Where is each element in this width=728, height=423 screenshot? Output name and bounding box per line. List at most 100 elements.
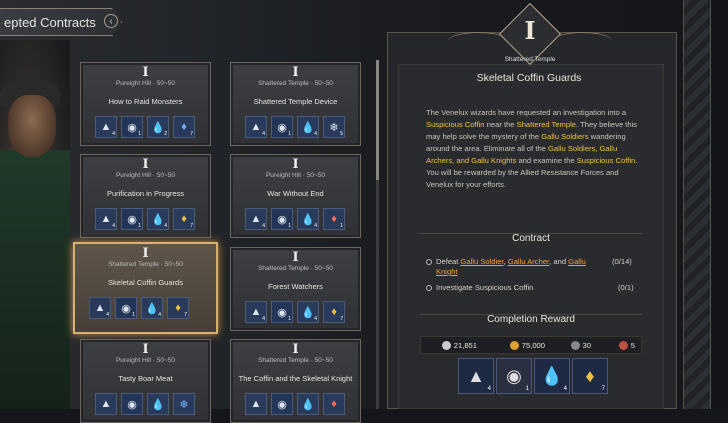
completion-reward-icon[interactable]: ▲ 4 xyxy=(458,358,494,394)
card-rewards: ▲ 4 ◉ 1 💧 4 ♦ 7 xyxy=(245,301,345,323)
reward-glyph: ◉ xyxy=(127,213,137,226)
contract-card[interactable]: I Pureight Hill · 50~50 How to Raid Monste… xyxy=(80,62,211,146)
reward-qty: 4 xyxy=(314,131,317,137)
reward-item-icon[interactable]: ♦ 1 xyxy=(323,208,345,230)
reward-item-icon[interactable]: ▲ xyxy=(95,393,117,415)
reward-glyph: 💧 xyxy=(145,302,159,315)
reward-item-icon[interactable]: ◉ 1 xyxy=(271,116,293,138)
reward-item-icon[interactable]: ▲ 4 xyxy=(95,116,117,138)
objective-1: Defeat Gallu Soldier, Gallu Archer, and … xyxy=(426,257,586,277)
reward-item-icon[interactable]: ♦ 7 xyxy=(173,116,195,138)
reward-item-icon[interactable]: 💧 xyxy=(297,393,319,415)
decorative-rail xyxy=(683,0,711,409)
completion-reward-icon[interactable]: ♦ 7 xyxy=(572,358,608,394)
chevron-left-icon[interactable]: ‹ xyxy=(104,14,118,28)
gold-value: 75,000 xyxy=(521,340,545,350)
reward-qty: 1 xyxy=(288,223,291,229)
contract-card[interactable]: I Shattered Temple · 50~50 The Coffin and … xyxy=(230,339,361,423)
reward-qty: 4 xyxy=(262,131,265,137)
reward-item-icon[interactable]: ❄ xyxy=(173,393,195,415)
reward-glyph: ▲ xyxy=(250,121,262,133)
contract-card[interactable]: I Pureight Hill · 50~50 War Without End ▲ 4 ◉… xyxy=(230,154,361,238)
reward-item-icon[interactable]: 💧 4 xyxy=(147,208,169,230)
card-rank: I xyxy=(292,65,299,80)
gold-coin-icon xyxy=(509,340,519,350)
reward-item-icon[interactable]: ♦ 7 xyxy=(173,208,195,230)
reward-qty: 1 xyxy=(132,312,135,318)
desc-text: The Venelux wizards have requested an in… xyxy=(426,108,627,117)
reward-glyph: ♦ xyxy=(585,365,595,386)
reward-item-icon[interactable]: 💧 4 xyxy=(141,297,163,319)
reward-item-icon[interactable]: ▲ 4 xyxy=(245,208,267,230)
reward-glyph: 💧 xyxy=(540,365,564,386)
contract-card[interactable]: I Pureight Hill · 50~50 Purification in Pr… xyxy=(80,154,211,238)
reward-heading: Completion Reward xyxy=(487,314,575,325)
reward-item-icon[interactable]: 💧 4 xyxy=(297,301,319,323)
reward-qty: 1 xyxy=(288,316,291,322)
reward-item-icon[interactable]: ▲ 4 xyxy=(245,116,267,138)
card-location: Pureight Hill · 50~50 xyxy=(115,80,176,87)
reward-item-icon[interactable]: ◉ 1 xyxy=(271,208,293,230)
heart-icon xyxy=(618,340,628,350)
reward-item-icon[interactable]: 💧 4 xyxy=(297,208,319,230)
reward-item-icon[interactable]: ◉ 1 xyxy=(121,116,143,138)
reward-qty: 1 xyxy=(525,386,529,392)
gallu-knight-link[interactable]: Gallu xyxy=(568,257,586,266)
reward-item-icon[interactable]: ◉ 1 xyxy=(115,297,137,319)
reward-qty: 1 xyxy=(288,131,291,137)
reward-qty: 4 xyxy=(262,223,265,229)
reward-glyph: 💧 xyxy=(151,213,165,226)
card-title: War Without End xyxy=(267,189,324,198)
reward-item-icon[interactable]: 💧 xyxy=(147,393,169,415)
reward-glyph: ◉ xyxy=(121,302,131,315)
completion-reward-icon[interactable]: 💧 4 xyxy=(534,358,570,394)
desc-text: near the xyxy=(484,120,517,129)
objective-bullet-icon xyxy=(426,285,432,291)
reward-item-icon[interactable]: ▲ xyxy=(245,393,267,415)
contract-card[interactable]: I Shattered Temple · 50~50 Forest Watchers… xyxy=(230,247,361,331)
tab-label: epted Contracts xyxy=(4,14,96,30)
reward-item-icon[interactable]: ▲ 4 xyxy=(95,208,117,230)
contract-heading: Contract xyxy=(512,233,550,244)
gallu-soldier-link[interactable]: Gallu Soldier xyxy=(460,257,503,266)
reward-item-icon[interactable]: ◉ xyxy=(121,393,143,415)
reward-item-icon[interactable]: ◉ xyxy=(271,393,293,415)
obj-sep: , and xyxy=(549,257,569,266)
rank-numeral: I xyxy=(524,16,536,45)
card-rank: I xyxy=(292,342,299,357)
detail-location-tag: Shattered Temple xyxy=(504,56,556,63)
reward-item-icon[interactable]: ♦ 7 xyxy=(167,297,189,319)
reward-qty: 7 xyxy=(184,312,187,318)
obj-text: Investigate Suspicious Coffin xyxy=(436,283,534,292)
reward-qty: 4 xyxy=(106,312,109,318)
reward-item-icon[interactable]: ◉ 1 xyxy=(271,301,293,323)
reward-qty: 7 xyxy=(601,386,605,392)
gallu-archer-link[interactable]: Gallu Archer xyxy=(508,257,549,266)
contract-card[interactable]: I Pureight Hill · 50~50 Tasty Boar Meat ▲ ◉ 💧… xyxy=(80,339,211,423)
completion-reward-icon[interactable]: ◉ 1 xyxy=(496,358,532,394)
objective-1-progress: (0/14) xyxy=(612,257,632,266)
objective-2: Investigate Suspicious Coffin xyxy=(426,283,533,293)
gallu-knight-link-2[interactable]: Knight xyxy=(426,267,458,276)
contract-card[interactable]: I Shattered Temple · 50~50 Shattered Templ… xyxy=(230,62,361,146)
card-location: Pureight Hill · 50~50 xyxy=(115,172,176,179)
contract-card[interactable]: I Shattered Temple · 50~50 Skeletal Coffin… xyxy=(73,242,218,334)
reward-qty: 7 xyxy=(190,223,193,229)
reward-item-icon[interactable]: ▲ 4 xyxy=(245,301,267,323)
card-location: Pureight Hill · 50~50 xyxy=(115,357,176,364)
reward-glyph: 💧 xyxy=(301,121,315,134)
card-title: The Coffin and the Skeletal Knight xyxy=(238,374,353,383)
reward-qty: 4 xyxy=(112,131,115,137)
reward-item-icon[interactable]: ♦ 7 xyxy=(323,301,345,323)
reward-item-icon[interactable]: ▲ 4 xyxy=(89,297,111,319)
scroll-thumb[interactable] xyxy=(376,60,379,180)
reward-item-icon[interactable]: ◉ 1 xyxy=(121,208,143,230)
reward-item-icon[interactable]: ❄ 5 xyxy=(323,116,345,138)
card-rank: I xyxy=(142,65,149,80)
reward-item-icon[interactable]: 💧 2 xyxy=(147,116,169,138)
list-scrollbar[interactable] xyxy=(376,60,379,409)
reward-item-icon[interactable]: ♦ xyxy=(323,393,345,415)
reward-glyph: ♦ xyxy=(331,213,337,225)
card-title: Forest Watchers xyxy=(268,282,323,291)
reward-item-icon[interactable]: 💧 4 xyxy=(297,116,319,138)
